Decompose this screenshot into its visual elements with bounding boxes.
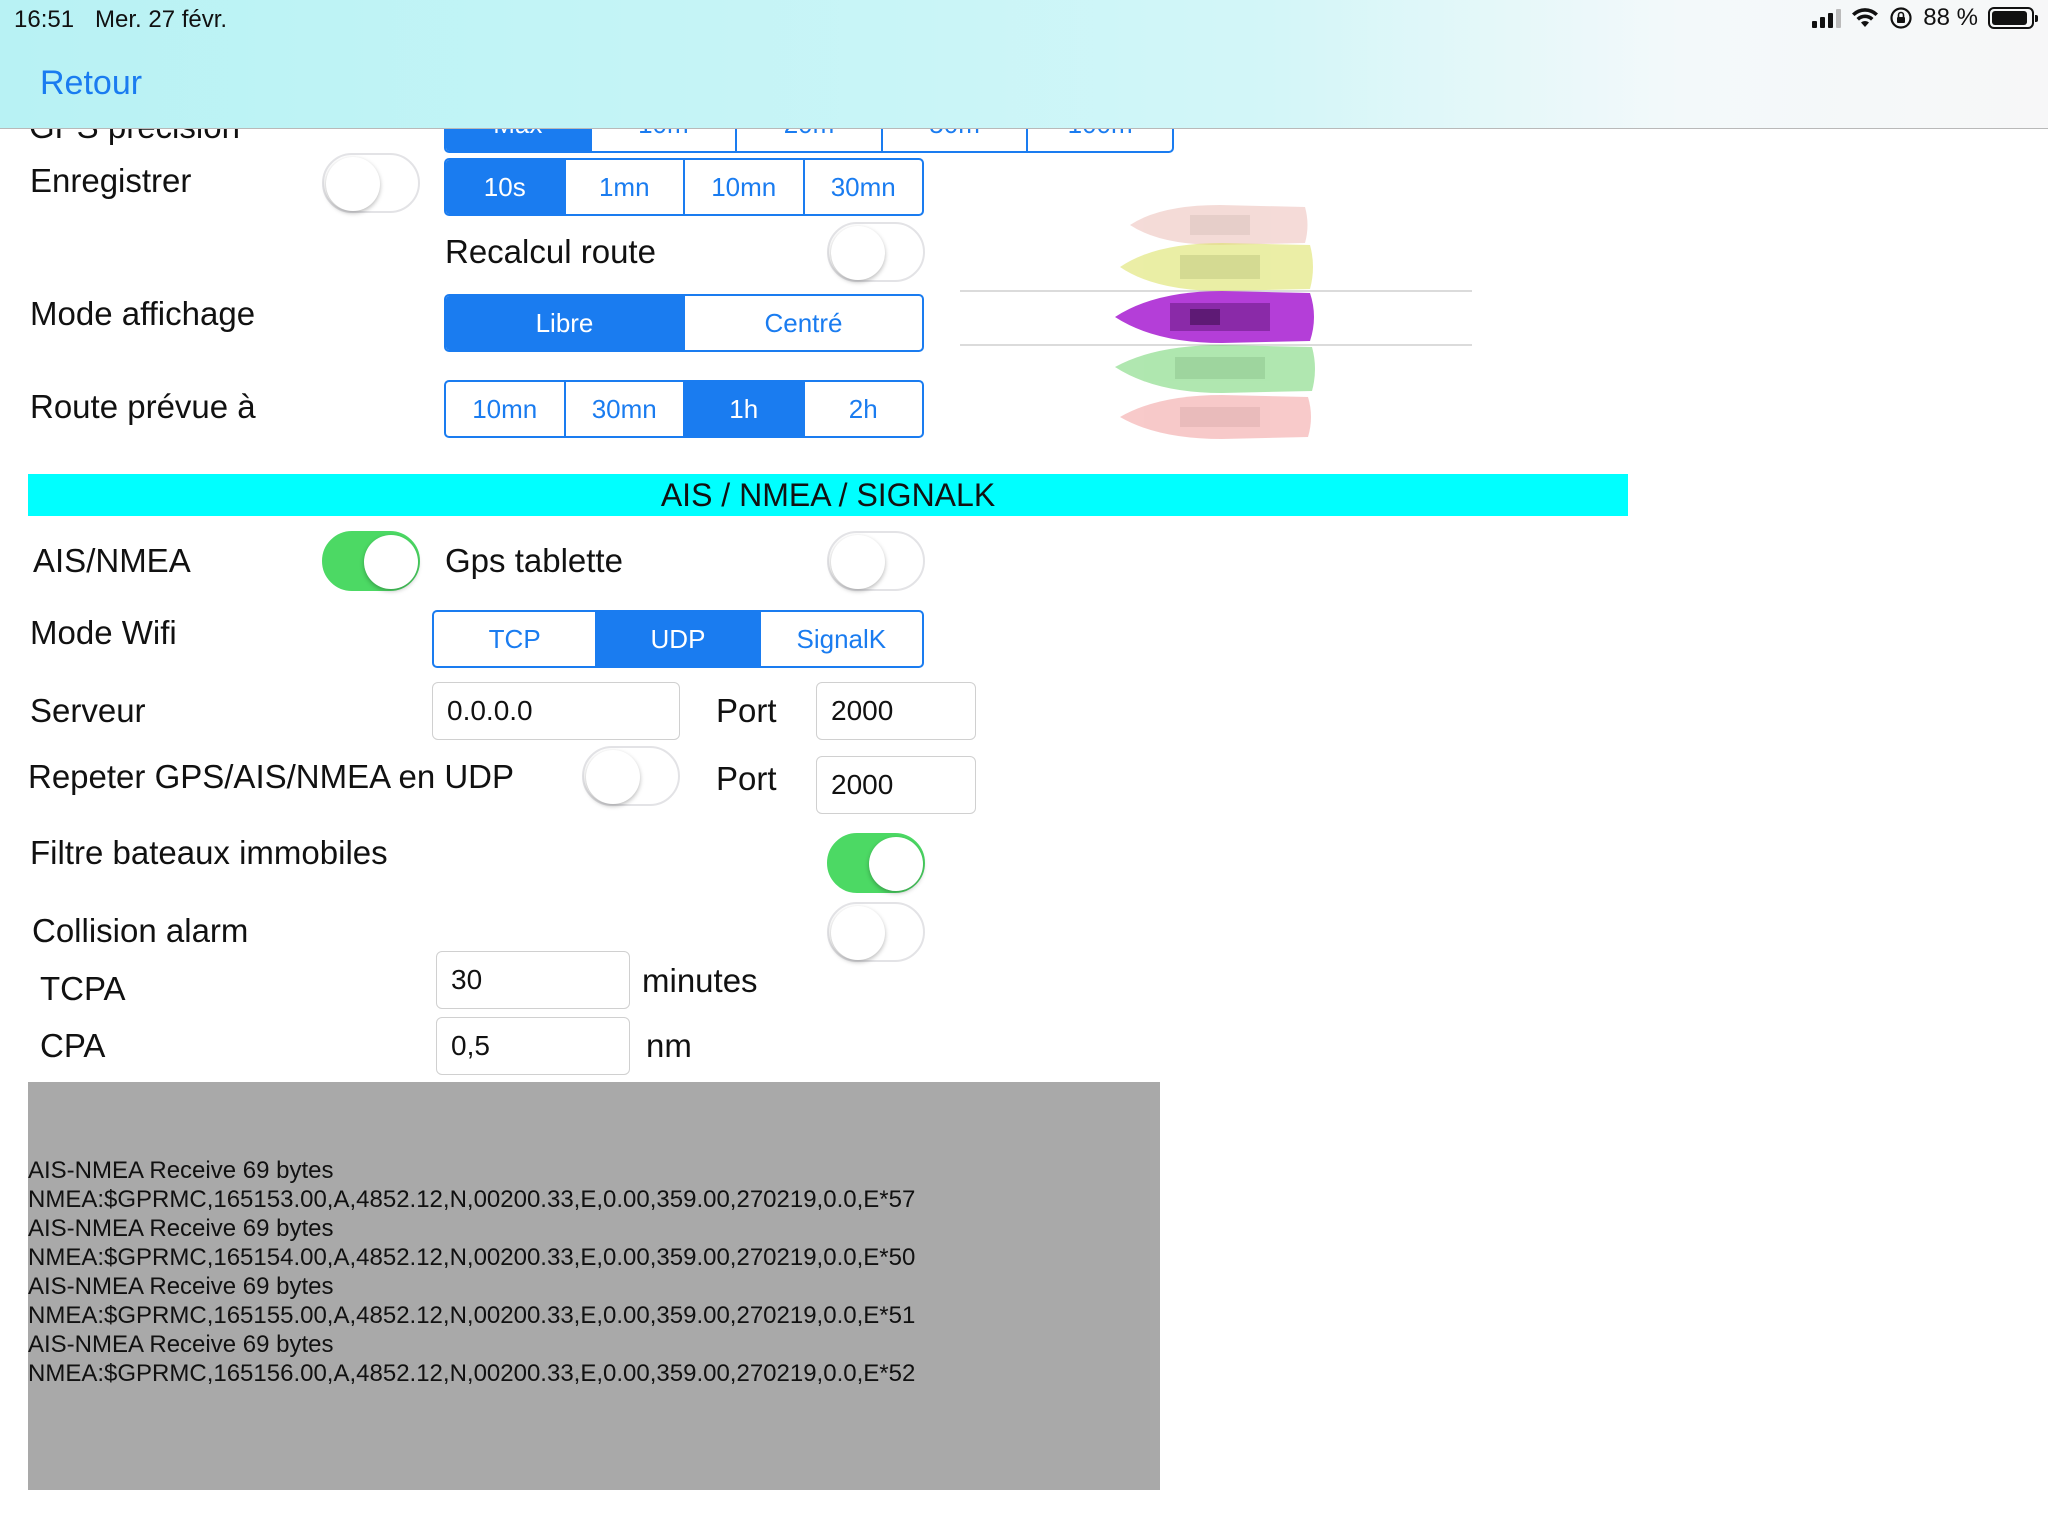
boat-icon-2 xyxy=(1120,243,1313,291)
status-time: 16:51 xyxy=(14,6,75,33)
cpa-input[interactable]: 0,5 xyxy=(436,1017,630,1075)
toggle-knob xyxy=(364,535,418,589)
boat-style-picker[interactable] xyxy=(960,195,1472,455)
display-mode-label: Mode affichage xyxy=(30,295,256,332)
boat-icon-4 xyxy=(1115,345,1315,393)
battery-percent: 88 % xyxy=(1923,4,1978,31)
log-line: NMEA:$GPRMC,165156.00,A,4852.12,N,00200.… xyxy=(28,1360,916,1387)
log-line: NMEA:$GPRMC,165155.00,A,4852.12,N,00200.… xyxy=(28,1302,916,1329)
repeat-port-input[interactable]: 2000 xyxy=(816,756,976,814)
segment-10mn[interactable]: 10mn xyxy=(685,160,805,214)
filter-static-boats-label: Filtre bateaux immobiles xyxy=(30,834,388,871)
section-header-ais: AIS / NMEA / SIGNALK xyxy=(28,474,1628,516)
segment-tcp[interactable]: TCP xyxy=(434,612,598,666)
recalc-route-toggle[interactable] xyxy=(827,222,925,282)
segment-udp[interactable]: UDP xyxy=(597,612,761,666)
ais-nmea-toggle[interactable] xyxy=(322,531,420,591)
boat-icon-3 xyxy=(1115,291,1314,343)
server-port-input[interactable]: 2000 xyxy=(816,682,976,740)
segment-signalk[interactable]: SignalK xyxy=(761,612,922,666)
battery-icon xyxy=(1988,7,2038,29)
segment-30mn[interactable]: 30mn xyxy=(805,160,923,214)
toggle-knob xyxy=(586,750,640,804)
segment-1mn[interactable]: 1mn xyxy=(566,160,685,214)
segment-centre[interactable]: Centré xyxy=(685,296,922,350)
record-label: Enregistrer xyxy=(30,162,192,199)
boat-icons-graphic xyxy=(960,205,1472,439)
record-toggle[interactable] xyxy=(322,153,420,213)
gps-tablet-toggle[interactable] xyxy=(827,531,925,591)
segment-route-30mn[interactable]: 30mn xyxy=(566,382,685,436)
segment-10s[interactable]: 10s xyxy=(446,160,566,214)
record-interval-segmented-control[interactable]: 10s 1mn 10mn 30mn xyxy=(444,158,924,216)
status-date: Mer. 27 févr. xyxy=(95,6,228,33)
server-label: Serveur xyxy=(30,692,146,729)
toggle-knob xyxy=(869,837,923,891)
log-line: NMEA:$GPRMC,165153.00,A,4852.12,N,00200.… xyxy=(28,1186,916,1213)
cpa-unit: nm xyxy=(646,1027,692,1064)
toggle-knob xyxy=(831,906,885,960)
tcpa-unit: minutes xyxy=(642,962,758,999)
log-line: AIS-NMEA Receive 69 bytes xyxy=(28,1215,334,1242)
toggle-knob xyxy=(326,157,380,211)
status-right-group: 88 % xyxy=(1812,4,2038,32)
log-line: AIS-NMEA Receive 69 bytes xyxy=(28,1331,334,1358)
log-line: NMEA:$GPRMC,165154.00,A,4852.12,N,00200.… xyxy=(28,1244,916,1271)
tcpa-label: TCPA xyxy=(40,970,126,1007)
wifi-mode-label: Mode Wifi xyxy=(30,614,177,651)
gps-tablet-label: Gps tablette xyxy=(445,542,623,579)
wifi-mode-segmented-control[interactable]: TCP UDP SignalK xyxy=(432,610,924,668)
repeat-udp-toggle[interactable] xyxy=(582,746,680,806)
route-ahead-segmented-control[interactable]: 10mn 30mn 1h 2h xyxy=(444,380,924,438)
server-address-input[interactable]: 0.0.0.0 xyxy=(432,682,680,740)
segment-route-1h[interactable]: 1h xyxy=(685,382,805,436)
toggle-knob xyxy=(831,535,885,589)
nmea-log-console[interactable]: AIS-NMEA Receive 69 bytes NMEA:$GPRMC,16… xyxy=(28,1082,1160,1490)
segment-route-2h[interactable]: 2h xyxy=(805,382,923,436)
boat-icon-5 xyxy=(1120,395,1311,439)
collision-alarm-toggle[interactable] xyxy=(827,902,925,962)
tcpa-input[interactable]: 30 xyxy=(436,951,630,1009)
rotation-lock-icon xyxy=(1890,7,1912,29)
log-line: AIS-NMEA Receive 69 bytes xyxy=(28,1157,334,1184)
back-button[interactable]: Retour xyxy=(40,64,142,103)
log-line: AIS-NMEA Receive 69 bytes xyxy=(28,1273,334,1300)
status-bar: 16:51 Mer. 27 févr. 88 % xyxy=(0,0,2048,40)
signal-icon xyxy=(1812,8,1842,28)
boat-icon-1 xyxy=(1130,205,1308,245)
repeat-udp-label: Repeter GPS/AIS/NMEA en UDP xyxy=(28,758,515,795)
server-port-label: Port xyxy=(716,692,777,729)
wifi-icon xyxy=(1852,8,1879,27)
route-ahead-label: Route prévue à xyxy=(30,388,256,425)
toggle-knob xyxy=(831,226,885,280)
filter-static-boats-toggle[interactable] xyxy=(827,833,925,893)
repeat-port-label: Port xyxy=(716,760,777,797)
display-mode-segmented-control[interactable]: Libre Centré xyxy=(444,294,924,352)
cpa-label: CPA xyxy=(40,1027,106,1064)
recalc-route-label: Recalcul route xyxy=(445,233,656,270)
collision-alarm-label: Collision alarm xyxy=(32,912,249,949)
ais-nmea-label: AIS/NMEA xyxy=(33,542,191,579)
segment-libre[interactable]: Libre xyxy=(446,296,685,350)
segment-route-10mn[interactable]: 10mn xyxy=(446,382,566,436)
